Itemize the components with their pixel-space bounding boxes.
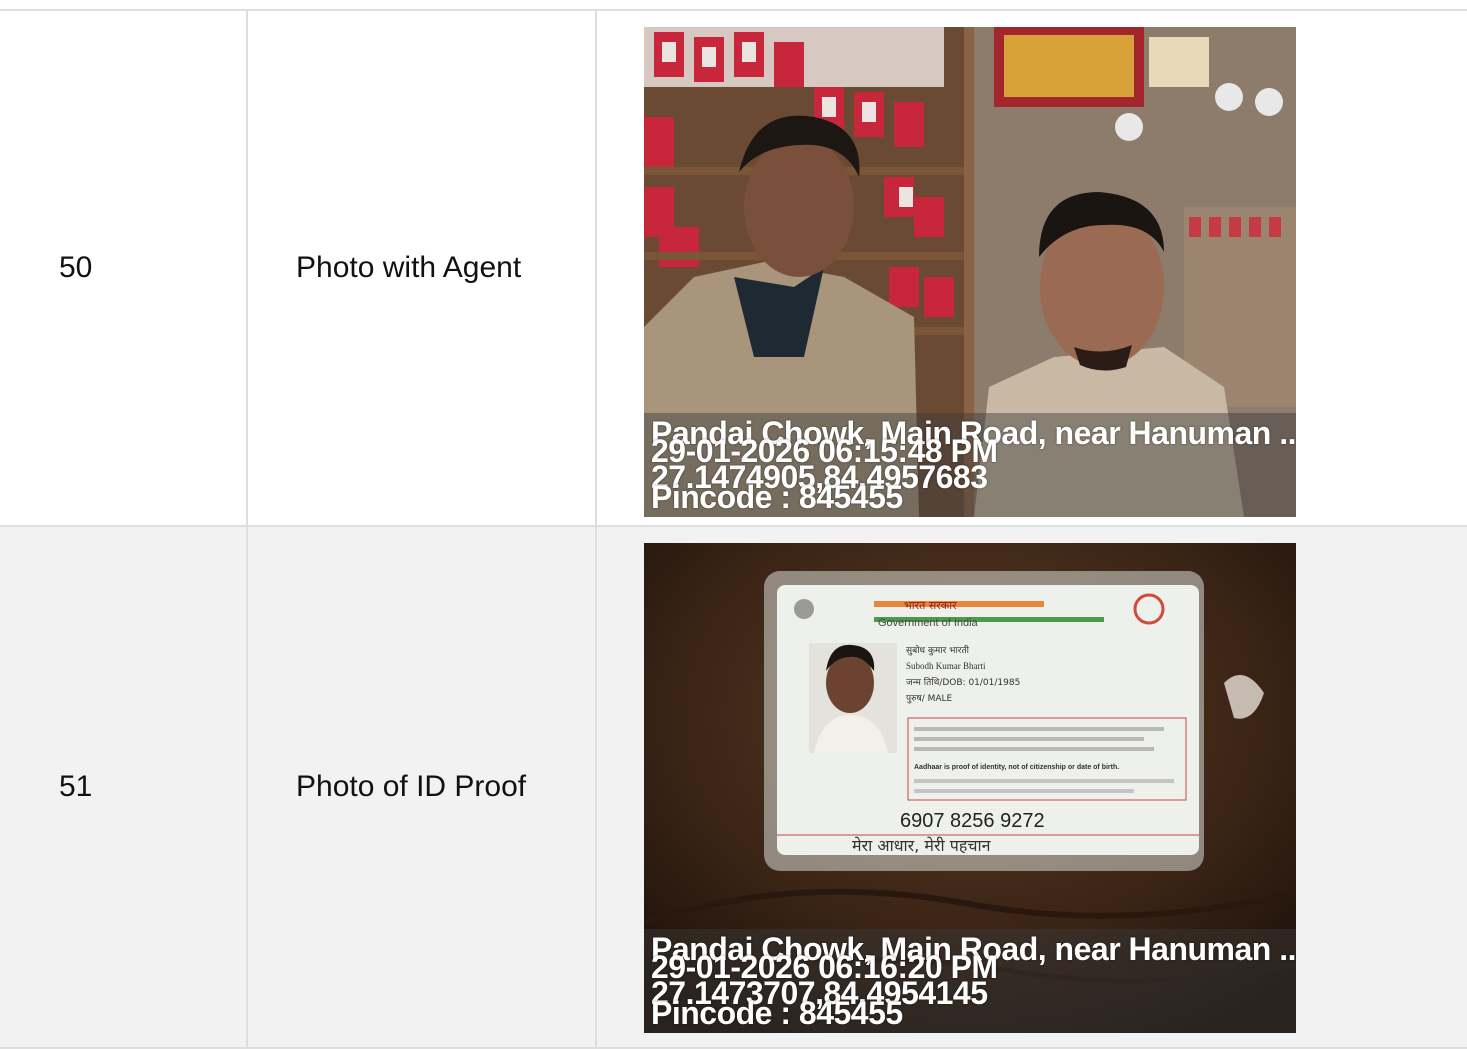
row-label: Photo of ID Proof (296, 770, 527, 803)
id-proof-photo[interactable]: भारत सरकार Government of India सुबोध कुम… (644, 543, 1296, 1033)
stamp-pincode: Pincode : 845455 (651, 479, 903, 515)
card-name-english: Subodh Kumar Bharti (906, 661, 986, 671)
card-gender: पुरुष/ MALE (906, 694, 953, 704)
photo-table: 50 Photo with Agent Pandai Chowk, Main R… (0, 9, 1467, 1049)
card-header-english: Government of India (878, 617, 979, 629)
row-label-cell: Photo of ID Proof (248, 527, 597, 1047)
table-row: 51 Photo of ID Proof भारत सरकार Governme… (0, 527, 1467, 1049)
row-number: 50 (59, 251, 93, 284)
row-number: 51 (59, 770, 93, 803)
card-header-hindi: भारत सरकार (904, 599, 957, 612)
table-row: 50 Photo with Agent Pandai Chowk, Main R… (0, 11, 1467, 527)
card-notice: Aadhaar is proof of identity, not of cit… (914, 764, 1119, 771)
card-name-hindi: सुबोध कुमार भारती (906, 644, 970, 656)
geo-stamp-overlay: Pandai Chowk, Main Road, near Hanuman ..… (644, 929, 1296, 1033)
geo-stamp-overlay: Pandai Chowk, Main Road, near Hanuman ..… (644, 413, 1296, 517)
card-aadhaar-number: 6907 8256 9272 (900, 810, 1045, 832)
agent-photo[interactable]: Pandai Chowk, Main Road, near Hanuman ..… (644, 27, 1296, 517)
row-label: Photo with Agent (296, 251, 522, 284)
photo-cell: भारत सरकार Government of India सुबोध कुम… (597, 527, 1467, 1047)
card-dob: जन्म तिथि/DOB: 01/01/1985 (906, 676, 1020, 688)
row-number-cell: 50 (0, 11, 248, 525)
card-footer: मेरा आधार, मेरी पहचान (852, 836, 992, 855)
row-label-cell: Photo with Agent (248, 11, 597, 525)
row-number-cell: 51 (0, 527, 248, 1047)
photo-cell: Pandai Chowk, Main Road, near Hanuman ..… (597, 11, 1467, 525)
stamp-pincode: Pincode : 845455 (651, 995, 903, 1031)
